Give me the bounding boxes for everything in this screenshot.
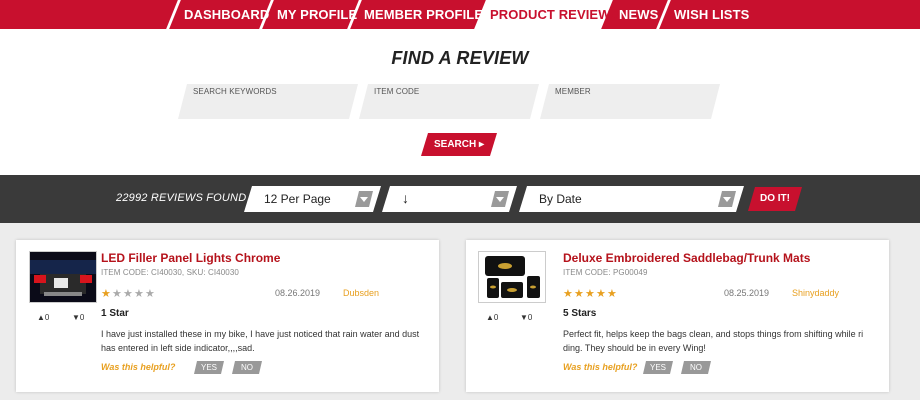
search-keywords-field[interactable]: SEARCH KEYWORDS [178,84,358,119]
review-text: Perfect fit, helps keep the bags clean, … [563,329,864,353]
search-keywords-input[interactable] [192,100,336,116]
chevron-down-icon [718,191,736,207]
nav-item-dashboard[interactable]: DASHBOARD [184,0,269,29]
review-date: 08.25.2019 [724,288,770,298]
sort-by-value: By Date [539,192,582,206]
star-filled-icon: ★ [574,288,584,300]
star-empty-icon: ★ [145,288,155,300]
star-filled-icon: ★ [563,288,573,300]
item-code-input[interactable] [373,100,517,116]
upvote-button[interactable]: ▲0 [486,313,498,322]
per-page-select[interactable]: 12 Per Page [244,186,381,212]
results-count: 22992 REVIEWS FOUND [116,192,247,204]
product-thumbnail[interactable] [478,251,546,303]
sort-order-select[interactable]: ↓ [382,186,517,212]
sort-by-select[interactable]: By Date [519,186,744,212]
saddlebag-mats-image [479,252,545,302]
chevron-down-icon [491,191,509,207]
review-item-codes: ITEM CODE: PG00049 [563,268,648,277]
star-filled-icon: ★ [585,288,595,300]
rating-label: 1 Star [101,308,129,319]
star-filled-icon: ★ [596,288,606,300]
upvote-button[interactable]: ▲0 [37,313,49,322]
helpful-no-button[interactable]: NO [232,361,262,374]
star-filled-icon: ★ [101,288,111,300]
review-date: 08.26.2019 [275,288,321,298]
review-card: Deluxe Embroidered Saddlebag/Trunk Mats … [466,240,889,392]
review-card: LED Filler Panel Lights Chrome ITEM CODE… [16,240,439,392]
reviewer-name[interactable]: Dubsden [343,288,379,298]
find-review-panel: FIND A REVIEW SEARCH KEYWORDS ITEM CODE … [0,29,920,175]
reviewer-name[interactable]: Shinydaddy [792,288,839,298]
helpful-no-button[interactable]: NO [681,361,711,374]
star-filled-icon: ★ [607,288,617,300]
star-empty-icon: ★ [134,288,144,300]
downvote-button[interactable]: ▼0 [72,313,84,322]
downvote-button[interactable]: ▼0 [520,313,532,322]
star-rating: ★★★★★ [563,287,618,300]
helpful-yes-button[interactable]: YES [643,361,673,374]
star-empty-icon: ★ [112,288,122,300]
review-product-title[interactable]: Deluxe Embroidered Saddlebag/Trunk Mats [563,251,810,265]
product-thumbnail[interactable] [29,251,97,303]
review-item-codes: ITEM CODE: CI40030, SKU: CI40030 [101,268,239,277]
page-title: FIND A REVIEW [391,48,529,68]
member-input[interactable] [554,100,698,116]
nav-item-wish-lists[interactable]: WISH LISTS [674,0,749,29]
search-keywords-label: SEARCH KEYWORDS [193,87,277,96]
star-empty-icon: ★ [123,288,133,300]
nav-item-news[interactable]: NEWS [619,0,658,29]
review-product-title[interactable]: LED Filler Panel Lights Chrome [101,251,280,265]
nav-separator [166,0,181,29]
chevron-down-icon [355,191,373,207]
item-code-field[interactable]: ITEM CODE [359,84,539,119]
do-it-button[interactable]: DO IT! [748,187,802,211]
helpful-prompt: Was this helpful? [563,362,638,372]
helpful-prompt: Was this helpful? [101,362,176,372]
top-navigation: DASHBOARD MY PROFILE MEMBER PROFILES PRO… [0,0,920,29]
review-text: I have just installed these in my bike, … [101,329,420,353]
member-label: MEMBER [555,87,591,96]
helpful-yes-button[interactable]: YES [194,361,224,374]
rating-label: 5 Stars [563,308,597,319]
item-code-label: ITEM CODE [374,87,420,96]
nav-item-product-reviews[interactable]: PRODUCT REVIEWS [490,0,619,29]
nav-item-member-profiles[interactable]: MEMBER PROFILES [364,0,492,29]
per-page-value: 12 Per Page [264,192,331,206]
led-panel-image [30,252,96,302]
star-rating: ★★★★★ [101,287,156,300]
nav-item-my-profile[interactable]: MY PROFILE [277,0,357,29]
member-field[interactable]: MEMBER [540,84,720,119]
search-button[interactable]: SEARCH ▸ [421,133,497,156]
sort-order-value: ↓ [402,190,409,206]
